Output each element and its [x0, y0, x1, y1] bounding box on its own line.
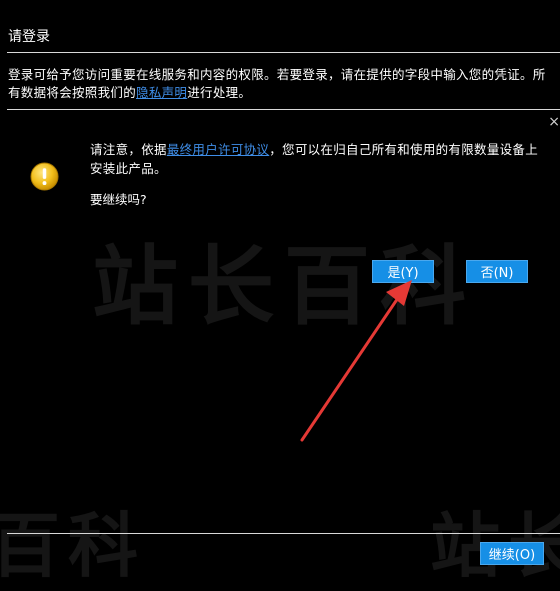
yes-button[interactable]: 是(Y)	[372, 260, 434, 283]
continue-button[interactable]: 继续(O)	[480, 542, 544, 565]
intro-text-before: 登录可给予您访问重要在线服务和内容的权限。若要登录，请在提供的字段中输入您的凭证…	[8, 67, 546, 100]
privacy-link[interactable]: 隐私声明	[136, 85, 187, 100]
watermark-bottom-right: 站长	[430, 490, 560, 591]
warning-icon	[30, 162, 59, 191]
notice-text: 请注意，依据最终用户许可协议，您可以在归自己所有和使用的有限数量设备上安装此产品…	[90, 140, 540, 178]
intro-text-after: 进行处理。	[187, 85, 252, 100]
window-title: 请登录	[8, 29, 50, 45]
title-divider	[7, 52, 560, 53]
arrow-shaft	[300, 290, 404, 442]
intro-divider	[7, 109, 560, 110]
close-icon[interactable]: ×	[548, 114, 560, 130]
watermark-bottom-left: 百科	[0, 505, 146, 587]
eula-link[interactable]: 最终用户许可协议	[167, 142, 269, 157]
no-button[interactable]: 否(N)	[466, 260, 528, 283]
intro-text: 登录可给予您访问重要在线服务和内容的权限。若要登录，请在提供的字段中输入您的凭证…	[8, 66, 556, 102]
continue-question: 要继续吗?	[90, 192, 147, 207]
footer-divider	[7, 533, 560, 534]
notice-text-before: 请注意，依据	[90, 142, 167, 157]
